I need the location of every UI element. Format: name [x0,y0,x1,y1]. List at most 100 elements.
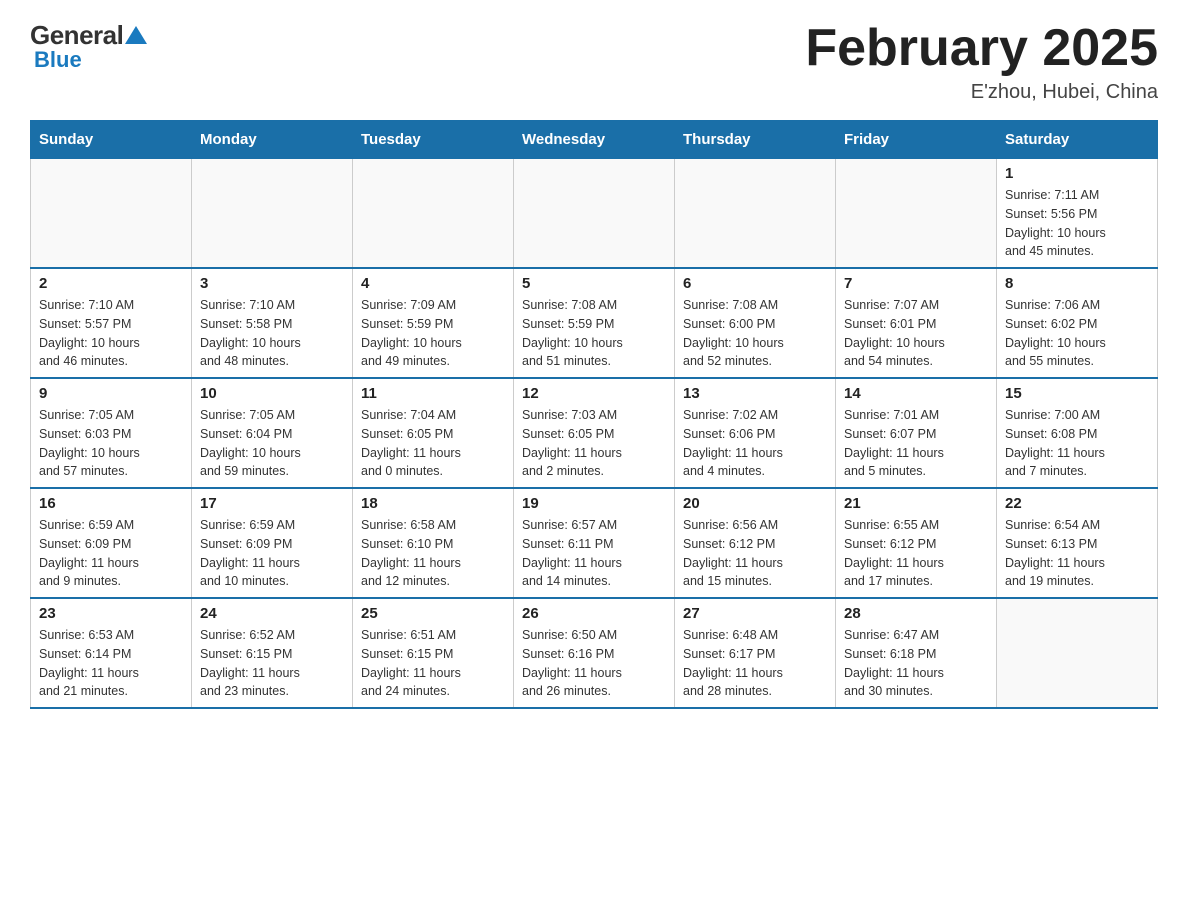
day-number: 12 [522,385,666,402]
day-info: Sunrise: 6:55 AM Sunset: 6:12 PM Dayligh… [844,516,988,591]
day-info: Sunrise: 7:10 AM Sunset: 5:57 PM Dayligh… [39,296,183,371]
day-info: Sunrise: 7:06 AM Sunset: 6:02 PM Dayligh… [1005,296,1149,371]
title-block: February 2025 E'zhou, Hubei, China [805,20,1158,104]
day-number: 24 [200,605,344,622]
day-number: 3 [200,275,344,292]
day-number: 9 [39,385,183,402]
day-header-thursday: Thursday [675,121,836,159]
calendar-week-row: 2 Sunrise: 7:10 AM Sunset: 5:57 PM Daylig… [31,268,1158,378]
logo: General Blue [30,20,147,73]
day-info: Sunrise: 7:04 AM Sunset: 6:05 PM Dayligh… [361,406,505,481]
day-info: Sunrise: 7:00 AM Sunset: 6:08 PM Dayligh… [1005,406,1149,481]
day-header-saturday: Saturday [997,121,1158,159]
day-info: Sunrise: 7:08 AM Sunset: 6:00 PM Dayligh… [683,296,827,371]
calendar-cell: 9 Sunrise: 7:05 AM Sunset: 6:03 PM Daylig… [31,378,192,488]
day-header-wednesday: Wednesday [514,121,675,159]
day-number: 22 [1005,495,1149,512]
day-number: 26 [522,605,666,622]
calendar-cell: 28 Sunrise: 6:47 AM Sunset: 6:18 PM Dayli… [836,598,997,708]
day-info: Sunrise: 6:56 AM Sunset: 6:12 PM Dayligh… [683,516,827,591]
page-subtitle: E'zhou, Hubei, China [805,81,1158,104]
day-number: 16 [39,495,183,512]
day-number: 17 [200,495,344,512]
day-info: Sunrise: 6:48 AM Sunset: 6:17 PM Dayligh… [683,626,827,701]
day-number: 19 [522,495,666,512]
calendar-header-row: SundayMondayTuesdayWednesdayThursdayFrid… [31,121,1158,159]
calendar-cell [836,159,997,269]
calendar-week-row: 16 Sunrise: 6:59 AM Sunset: 6:09 PM Dayli… [31,488,1158,598]
calendar-cell: 6 Sunrise: 7:08 AM Sunset: 6:00 PM Daylig… [675,268,836,378]
day-info: Sunrise: 7:03 AM Sunset: 6:05 PM Dayligh… [522,406,666,481]
day-number: 28 [844,605,988,622]
day-number: 21 [844,495,988,512]
calendar-cell: 5Sunrise: 7:08 AM Sunset: 5:59 PM Daylig… [514,268,675,378]
calendar-cell: 14Sunrise: 7:01 AM Sunset: 6:07 PM Dayli… [836,378,997,488]
day-info: Sunrise: 7:09 AM Sunset: 5:59 PM Dayligh… [361,296,505,371]
calendar-cell [31,159,192,269]
calendar-cell: 8 Sunrise: 7:06 AM Sunset: 6:02 PM Daylig… [997,268,1158,378]
calendar-cell: 16 Sunrise: 6:59 AM Sunset: 6:09 PM Dayli… [31,488,192,598]
day-info: Sunrise: 6:53 AM Sunset: 6:14 PM Dayligh… [39,626,183,701]
day-number: 6 [683,275,827,292]
calendar-cell: 2 Sunrise: 7:10 AM Sunset: 5:57 PM Daylig… [31,268,192,378]
calendar-cell [192,159,353,269]
day-info: Sunrise: 7:11 AM Sunset: 5:56 PM Dayligh… [1005,186,1149,261]
calendar-cell [514,159,675,269]
day-info: Sunrise: 6:54 AM Sunset: 6:13 PM Dayligh… [1005,516,1149,591]
day-number: 1 [1005,165,1149,182]
day-number: 10 [200,385,344,402]
day-info: Sunrise: 7:08 AM Sunset: 5:59 PM Dayligh… [522,296,666,371]
day-info: Sunrise: 6:58 AM Sunset: 6:10 PM Dayligh… [361,516,505,591]
day-number: 4 [361,275,505,292]
day-info: Sunrise: 7:05 AM Sunset: 6:04 PM Dayligh… [200,406,344,481]
day-header-monday: Monday [192,121,353,159]
calendar-cell: 10 Sunrise: 7:05 AM Sunset: 6:04 PM Dayli… [192,378,353,488]
day-number: 2 [39,275,183,292]
day-info: Sunrise: 7:01 AM Sunset: 6:07 PM Dayligh… [844,406,988,481]
calendar-cell: 18 Sunrise: 6:58 AM Sunset: 6:10 PM Dayli… [353,488,514,598]
day-number: 25 [361,605,505,622]
calendar-cell [997,598,1158,708]
day-info: Sunrise: 6:52 AM Sunset: 6:15 PM Dayligh… [200,626,344,701]
day-info: Sunrise: 7:05 AM Sunset: 6:03 PM Dayligh… [39,406,183,481]
day-number: 7 [844,275,988,292]
calendar-cell: 22 Sunrise: 6:54 AM Sunset: 6:13 PM Dayli… [997,488,1158,598]
calendar-week-row: 23 Sunrise: 6:53 AM Sunset: 6:14 PM Dayli… [31,598,1158,708]
day-number: 23 [39,605,183,622]
calendar-cell: 15Sunrise: 7:00 AM Sunset: 6:08 PM Dayli… [997,378,1158,488]
day-info: Sunrise: 7:07 AM Sunset: 6:01 PM Dayligh… [844,296,988,371]
day-number: 8 [1005,275,1149,292]
day-info: Sunrise: 6:59 AM Sunset: 6:09 PM Dayligh… [200,516,344,591]
calendar-cell: 3 Sunrise: 7:10 AM Sunset: 5:58 PM Daylig… [192,268,353,378]
calendar-cell: 26 Sunrise: 6:50 AM Sunset: 6:16 PM Dayli… [514,598,675,708]
calendar-cell: 21 Sunrise: 6:55 AM Sunset: 6:12 PM Dayli… [836,488,997,598]
calendar-week-row: 9 Sunrise: 7:05 AM Sunset: 6:03 PM Daylig… [31,378,1158,488]
day-number: 13 [683,385,827,402]
calendar-cell: 27Sunrise: 6:48 AM Sunset: 6:17 PM Dayli… [675,598,836,708]
calendar-cell [353,159,514,269]
day-number: 11 [361,385,505,402]
calendar-cell: 11 Sunrise: 7:04 AM Sunset: 6:05 PM Dayli… [353,378,514,488]
calendar-cell: 23 Sunrise: 6:53 AM Sunset: 6:14 PM Dayli… [31,598,192,708]
day-info: Sunrise: 6:50 AM Sunset: 6:16 PM Dayligh… [522,626,666,701]
calendar-cell: 4 Sunrise: 7:09 AM Sunset: 5:59 PM Daylig… [353,268,514,378]
day-header-sunday: Sunday [31,121,192,159]
calendar-cell: 19 Sunrise: 6:57 AM Sunset: 6:11 PM Dayli… [514,488,675,598]
day-number: 18 [361,495,505,512]
logo-blue-text: Blue [34,47,82,73]
day-info: Sunrise: 6:59 AM Sunset: 6:09 PM Dayligh… [39,516,183,591]
calendar-cell: 13 Sunrise: 7:02 AM Sunset: 6:06 PM Dayli… [675,378,836,488]
calendar-cell: 1 Sunrise: 7:11 AM Sunset: 5:56 PM Daylig… [997,159,1158,269]
day-info: Sunrise: 6:47 AM Sunset: 6:18 PM Dayligh… [844,626,988,701]
calendar-cell: 25 Sunrise: 6:51 AM Sunset: 6:15 PM Dayli… [353,598,514,708]
calendar-cell: 24 Sunrise: 6:52 AM Sunset: 6:15 PM Dayli… [192,598,353,708]
calendar-table: SundayMondayTuesdayWednesdayThursdayFrid… [30,120,1158,709]
day-info: Sunrise: 6:57 AM Sunset: 6:11 PM Dayligh… [522,516,666,591]
day-header-friday: Friday [836,121,997,159]
day-info: Sunrise: 6:51 AM Sunset: 6:15 PM Dayligh… [361,626,505,701]
day-info: Sunrise: 7:10 AM Sunset: 5:58 PM Dayligh… [200,296,344,371]
day-info: Sunrise: 7:02 AM Sunset: 6:06 PM Dayligh… [683,406,827,481]
calendar-cell: 20 Sunrise: 6:56 AM Sunset: 6:12 PM Dayli… [675,488,836,598]
day-number: 20 [683,495,827,512]
calendar-week-row: 1 Sunrise: 7:11 AM Sunset: 5:56 PM Daylig… [31,159,1158,269]
